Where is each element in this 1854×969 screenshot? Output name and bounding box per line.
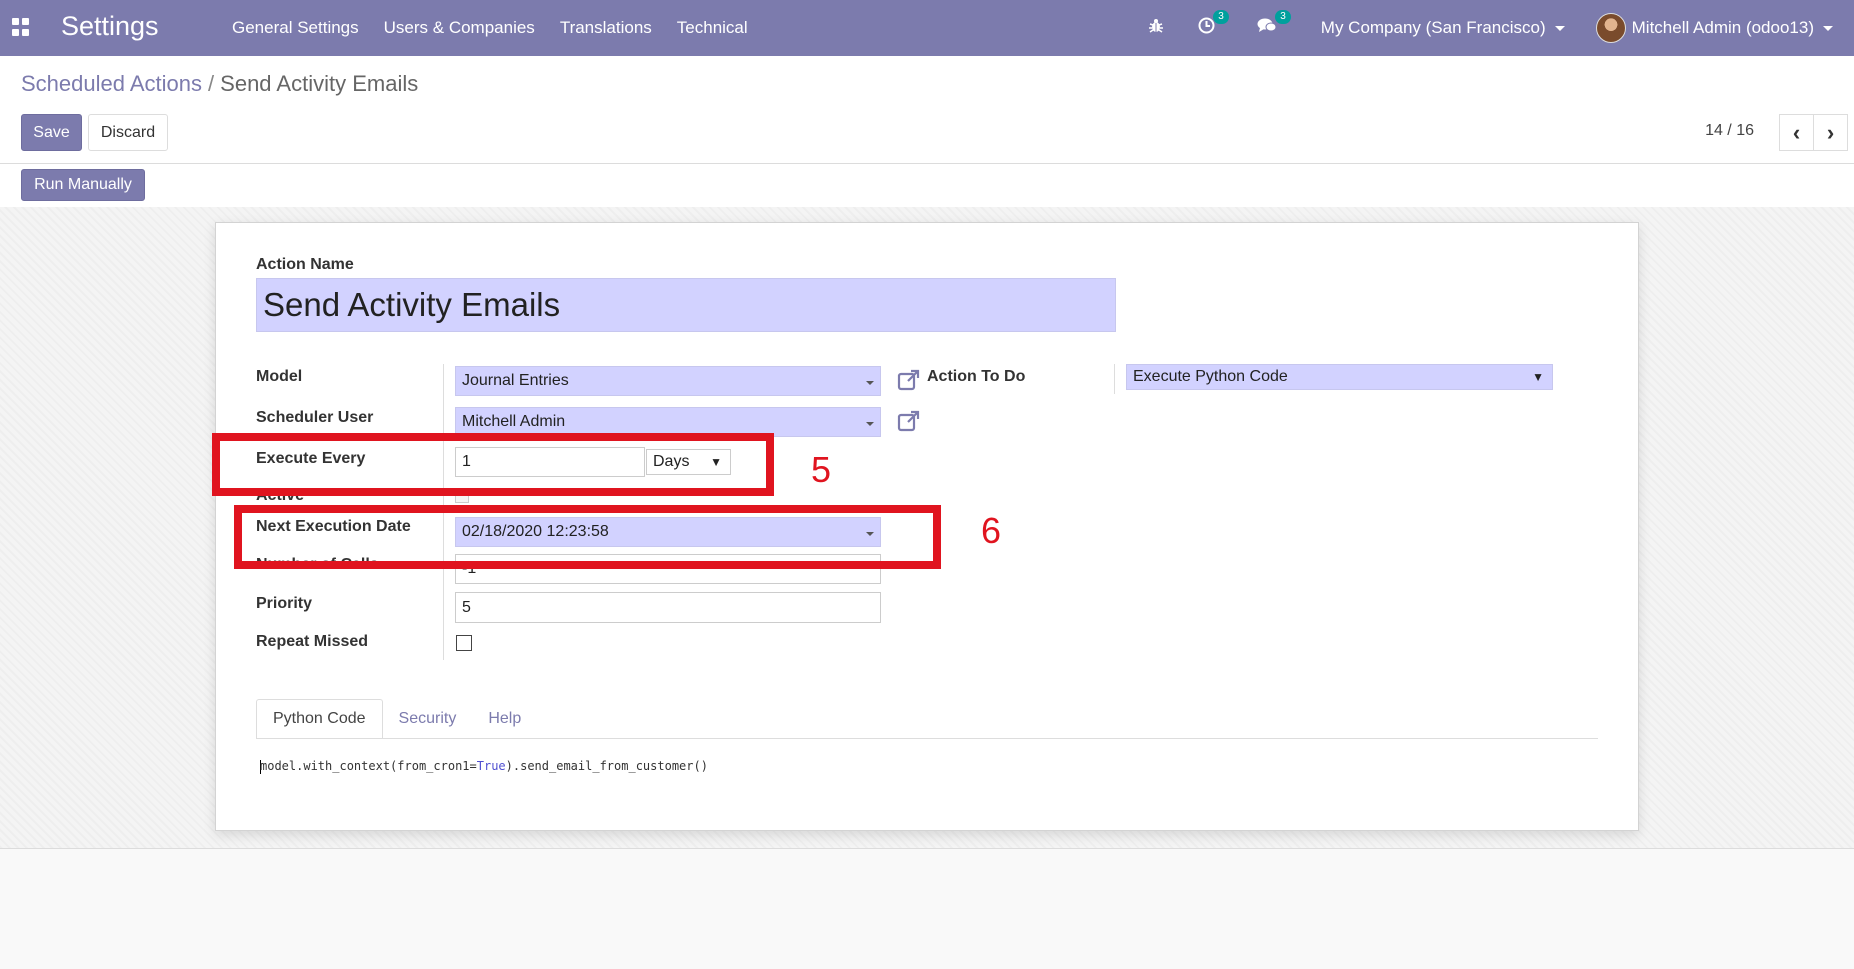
- external-link-icon[interactable]: [897, 368, 921, 392]
- company-switcher[interactable]: My Company (San Francisco): [1321, 18, 1565, 38]
- chevron-left-icon: ‹: [1792, 119, 1801, 145]
- breadcrumb: Scheduled Actions / Send Activity Emails: [21, 71, 418, 97]
- chevron-right-icon: ›: [1826, 119, 1835, 145]
- user-name: Mitchell Admin (odoo13): [1631, 18, 1814, 37]
- save-button[interactable]: Save: [21, 114, 82, 151]
- app-title[interactable]: Settings: [61, 11, 159, 42]
- pager-next-button[interactable]: ›: [1813, 114, 1848, 151]
- systray: 3 3 My Company (San Francisco) Mitchell …: [1148, 0, 1854, 56]
- top-navbar: Settings General Settings Users & Compan…: [0, 0, 1854, 56]
- debug-bug-icon[interactable]: [1148, 18, 1164, 39]
- action-to-do-value: Execute Python Code: [1133, 368, 1288, 385]
- action-name-input[interactable]: Send Activity Emails: [256, 278, 1116, 332]
- external-link-icon[interactable]: [897, 409, 921, 433]
- caret-down-icon: [1554, 25, 1565, 31]
- user-menu[interactable]: Mitchell Admin (odoo13): [1595, 13, 1833, 43]
- tab-help[interactable]: Help: [472, 699, 537, 739]
- model-label: Model: [256, 368, 303, 385]
- repeat-missed-checkbox[interactable]: [456, 635, 472, 651]
- code-suffix: ).send_email_from_customer(): [505, 759, 708, 773]
- tab-divider: [256, 738, 1598, 739]
- model-value: Journal Entries: [462, 372, 569, 389]
- company-name: My Company (San Francisco): [1320, 18, 1546, 37]
- repeat-missed-label: Repeat Missed: [256, 633, 369, 650]
- action-to-do-select[interactable]: Execute Python Code ▼: [1126, 364, 1553, 390]
- python-code-editor[interactable]: model.with_context(from_cron1=True).send…: [260, 759, 708, 774]
- breadcrumb-scheduled-actions[interactable]: Scheduled Actions: [21, 71, 202, 96]
- pager-previous-button[interactable]: ‹: [1779, 114, 1814, 151]
- code-prefix: model.with_context(from_cron1=: [260, 759, 477, 773]
- scheduler-user-label: Scheduler User: [256, 409, 374, 426]
- label-separator: [1114, 364, 1115, 394]
- scheduler-user-value: Mitchell Admin: [462, 413, 566, 430]
- messages-chat-icon[interactable]: 3: [1257, 10, 1291, 39]
- menu-users-companies[interactable]: Users & Companies: [384, 18, 535, 38]
- apps-menu-icon[interactable]: [12, 18, 30, 36]
- breadcrumb-current: Send Activity Emails: [220, 71, 419, 96]
- priority-label: Priority: [256, 595, 313, 612]
- breadcrumb-separator: /: [208, 71, 215, 96]
- model-select[interactable]: Journal Entries: [455, 366, 881, 396]
- tab-python-code[interactable]: Python Code: [256, 699, 383, 739]
- menu-general-settings[interactable]: General Settings: [232, 18, 359, 38]
- activity-count-badge: 3: [1213, 10, 1229, 24]
- page-footer-area: [0, 848, 1854, 969]
- discard-button[interactable]: Discard: [88, 114, 168, 151]
- annotation-number-6: 6: [981, 510, 1002, 551]
- run-manually-button[interactable]: Run Manually: [21, 169, 145, 201]
- menu-translations[interactable]: Translations: [560, 18, 652, 38]
- divider: [0, 163, 1854, 164]
- caret-down-icon: [866, 422, 874, 426]
- pager-value: 14 / 16: [1705, 122, 1754, 139]
- caret-down-icon: [866, 381, 874, 385]
- tab-security[interactable]: Security: [383, 699, 473, 739]
- top-menu: General Settings Users & Companies Trans…: [232, 0, 773, 56]
- annotation-box-5: [212, 433, 774, 496]
- avatar: [1595, 13, 1626, 43]
- annotation-box-6: [234, 505, 941, 569]
- code-keyword: True: [476, 759, 506, 773]
- messages-count-badge: 3: [1275, 10, 1291, 24]
- menu-technical[interactable]: Technical: [677, 18, 748, 38]
- priority-input[interactable]: 5: [455, 592, 881, 623]
- activity-clock-icon[interactable]: 3: [1198, 10, 1229, 39]
- dropdown-triangle-icon: ▼: [1532, 370, 1544, 384]
- annotation-number-5: 5: [811, 449, 832, 490]
- notebook-tabs: Python Code Security Help: [256, 699, 537, 739]
- action-name-label: Action Name: [256, 256, 354, 273]
- action-to-do-label: Action To Do: [927, 368, 1026, 385]
- caret-down-icon: [1823, 25, 1833, 31]
